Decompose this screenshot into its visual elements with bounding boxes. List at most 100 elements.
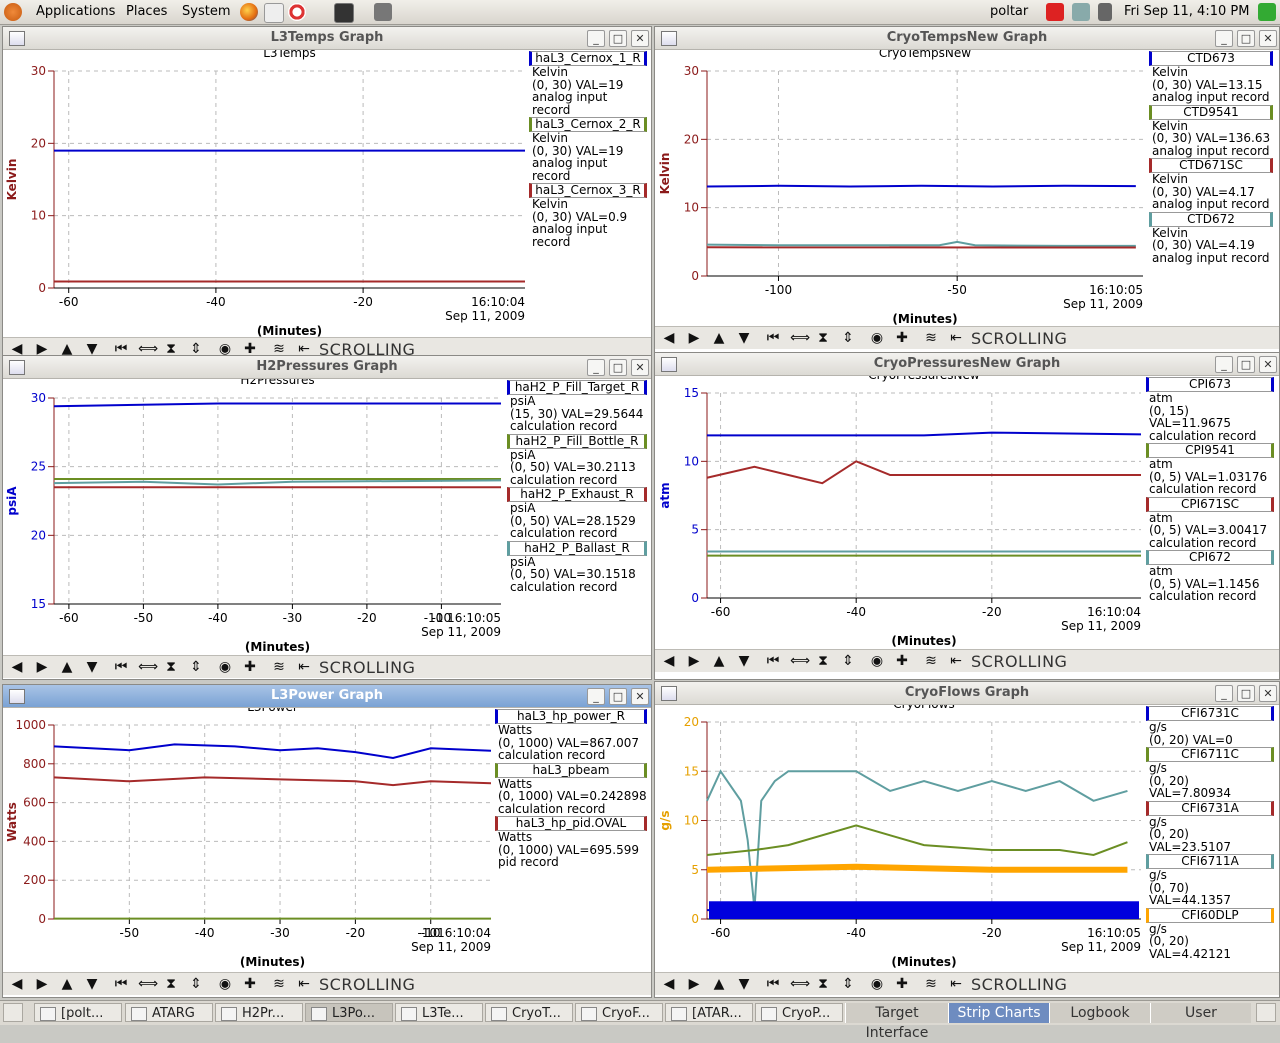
scroll-right-button[interactable]: ▶ [686, 330, 702, 346]
zoom-in-y-button[interactable]: ⧗ [815, 330, 831, 346]
scroll-up-button[interactable]: ▲ [711, 653, 727, 669]
menu-system[interactable]: System [182, 4, 230, 19]
task-l3power[interactable]: L3Po... [305, 1003, 393, 1022]
tab-strip-charts[interactable]: Strip Charts [948, 1003, 1049, 1023]
task-atarg[interactable]: ATARG [125, 1003, 213, 1022]
volume-icon[interactable] [1098, 3, 1112, 21]
scroll-up-button[interactable]: ▲ [59, 659, 75, 675]
legend-item-name[interactable]: CFI6711A [1146, 854, 1274, 869]
zoom-in-y-button[interactable]: ⧗ [815, 653, 831, 669]
task-cryoflows[interactable]: CryoF... [575, 1003, 663, 1022]
close-button[interactable]: ✕ [1259, 30, 1277, 47]
zoom-out-y-button[interactable]: ⇕ [188, 976, 204, 992]
minimize-button[interactable]: _ [1215, 685, 1233, 702]
legend-item-name[interactable]: haH2_P_Fill_Bottle_R [507, 434, 647, 449]
task-cryotemps[interactable]: CryoT... [485, 1003, 573, 1022]
window-titlebar[interactable]: H2Pressures Graph_□✕ [3, 356, 651, 379]
scroll-down-button[interactable]: ▼ [736, 976, 752, 992]
screenshot-icon[interactable] [374, 3, 392, 21]
scroll-right-button[interactable]: ▶ [686, 976, 702, 992]
scroll-down-button[interactable]: ▼ [736, 330, 752, 346]
close-button[interactable]: ✕ [1259, 356, 1277, 373]
zoom-out-x-button[interactable]: ⟺ [790, 976, 806, 992]
reset-button[interactable]: ✚ [894, 330, 910, 346]
minimize-button[interactable]: _ [1215, 356, 1233, 373]
network-icon[interactable] [1072, 3, 1090, 21]
legend-item-name[interactable]: CPI9541 [1146, 443, 1274, 458]
show-desktop-button[interactable] [3, 1003, 23, 1022]
legend-item-name[interactable]: CFI6711C [1146, 747, 1274, 762]
last-button[interactable]: ⇤ [296, 976, 312, 992]
scroll-down-button[interactable]: ▼ [84, 976, 100, 992]
scroll-up-button[interactable]: ▲ [59, 976, 75, 992]
toggle-grid-button[interactable]: ≋ [271, 659, 287, 675]
last-button[interactable]: ⇤ [948, 653, 964, 669]
legend-item-name[interactable]: haH2_P_Ballast_R [507, 541, 647, 556]
terminal-icon[interactable] [334, 3, 354, 23]
legend-item-name[interactable]: haL3_hp_pid.OVAL [495, 816, 647, 831]
legend-item-name[interactable]: CFI6731C [1146, 706, 1274, 721]
zoom-in-y-button[interactable]: ⧗ [163, 659, 179, 675]
legend-item-name[interactable]: haH2_P_Exhaust_R [507, 487, 647, 502]
quit-icon[interactable] [1258, 3, 1276, 21]
legend-item-name[interactable]: haL3_Cernox_3_R [529, 183, 647, 198]
zoom-out-y-button[interactable]: ⇕ [840, 330, 856, 346]
scroll-down-button[interactable]: ▼ [736, 653, 752, 669]
zoom-in-x-button[interactable]: ⏮ [113, 976, 129, 992]
menu-applications[interactable]: Applications [36, 4, 115, 19]
task-atar[interactable]: [ATAR... [665, 1003, 753, 1022]
clock[interactable]: Fri Sep 11, 4:10 PM [1124, 4, 1249, 19]
scroll-left-button[interactable]: ◀ [661, 976, 677, 992]
minimize-button[interactable]: _ [587, 30, 605, 47]
reset-button[interactable]: ✚ [894, 653, 910, 669]
auto-scale-button[interactable]: ◉ [869, 976, 885, 992]
minimize-button[interactable]: _ [587, 359, 605, 376]
task-h2pressures[interactable]: H2Pr... [215, 1003, 303, 1022]
legend-item-name[interactable]: CFI60DLP [1146, 908, 1274, 923]
legend-item-name[interactable]: CTD672 [1149, 212, 1273, 227]
window-titlebar[interactable]: CryoPressuresNew Graph_□✕ [655, 353, 1279, 376]
scroll-left-button[interactable]: ◀ [9, 659, 25, 675]
auto-scale-button[interactable]: ◉ [217, 976, 233, 992]
menu-places[interactable]: Places [126, 4, 167, 19]
zoom-out-x-button[interactable]: ⟺ [790, 653, 806, 669]
update-notifier-icon[interactable] [1046, 3, 1064, 21]
reset-button[interactable]: ✚ [242, 976, 258, 992]
window-titlebar[interactable]: L3Temps Graph_□✕ [3, 27, 651, 50]
legend-item-name[interactable]: haL3_pbeam [495, 763, 647, 778]
minimize-button[interactable]: _ [1215, 30, 1233, 47]
scroll-up-button[interactable]: ▲ [711, 976, 727, 992]
window-titlebar[interactable]: CryoTempsNew Graph_□✕ [655, 27, 1279, 50]
minimize-button[interactable]: _ [587, 688, 605, 705]
legend-item-name[interactable]: CTD673 [1149, 51, 1273, 66]
toggle-grid-button[interactable]: ≋ [271, 976, 287, 992]
window-titlebar[interactable]: CryoFlows Graph_□✕ [655, 682, 1279, 705]
legend-item-name[interactable]: haL3_Cernox_2_R [529, 117, 647, 132]
maximize-button[interactable]: □ [609, 688, 627, 705]
legend-item-name[interactable]: CTD9541 [1149, 105, 1273, 120]
zoom-out-y-button[interactable]: ⇕ [840, 653, 856, 669]
toggle-grid-button[interactable]: ≋ [923, 330, 939, 346]
legend-item-name[interactable]: CPI671SC [1146, 497, 1274, 512]
auto-scale-button[interactable]: ◉ [869, 330, 885, 346]
firefox-icon[interactable] [240, 3, 258, 21]
maximize-button[interactable]: □ [609, 30, 627, 47]
zoom-in-x-button[interactable]: ⏮ [113, 659, 129, 675]
legend-item-name[interactable]: haL3_hp_power_R [495, 709, 647, 724]
scroll-right-button[interactable]: ▶ [686, 653, 702, 669]
maximize-button[interactable]: □ [1237, 685, 1255, 702]
zoom-in-x-button[interactable]: ⏮ [765, 976, 781, 992]
trash-icon[interactable] [1256, 1003, 1276, 1022]
scroll-left-button[interactable]: ◀ [9, 976, 25, 992]
scroll-left-button[interactable]: ◀ [661, 653, 677, 669]
maximize-button[interactable]: □ [1237, 356, 1255, 373]
zoom-out-x-button[interactable]: ⟺ [138, 976, 154, 992]
task-terminal[interactable]: [polt... [34, 1003, 122, 1022]
toggle-grid-button[interactable]: ≋ [923, 976, 939, 992]
maximize-button[interactable]: □ [609, 359, 627, 376]
close-button[interactable]: ✕ [631, 30, 649, 47]
scroll-up-button[interactable]: ▲ [711, 330, 727, 346]
mail-icon[interactable] [264, 3, 284, 23]
zoom-in-y-button[interactable]: ⧗ [163, 976, 179, 992]
reset-button[interactable]: ✚ [894, 976, 910, 992]
